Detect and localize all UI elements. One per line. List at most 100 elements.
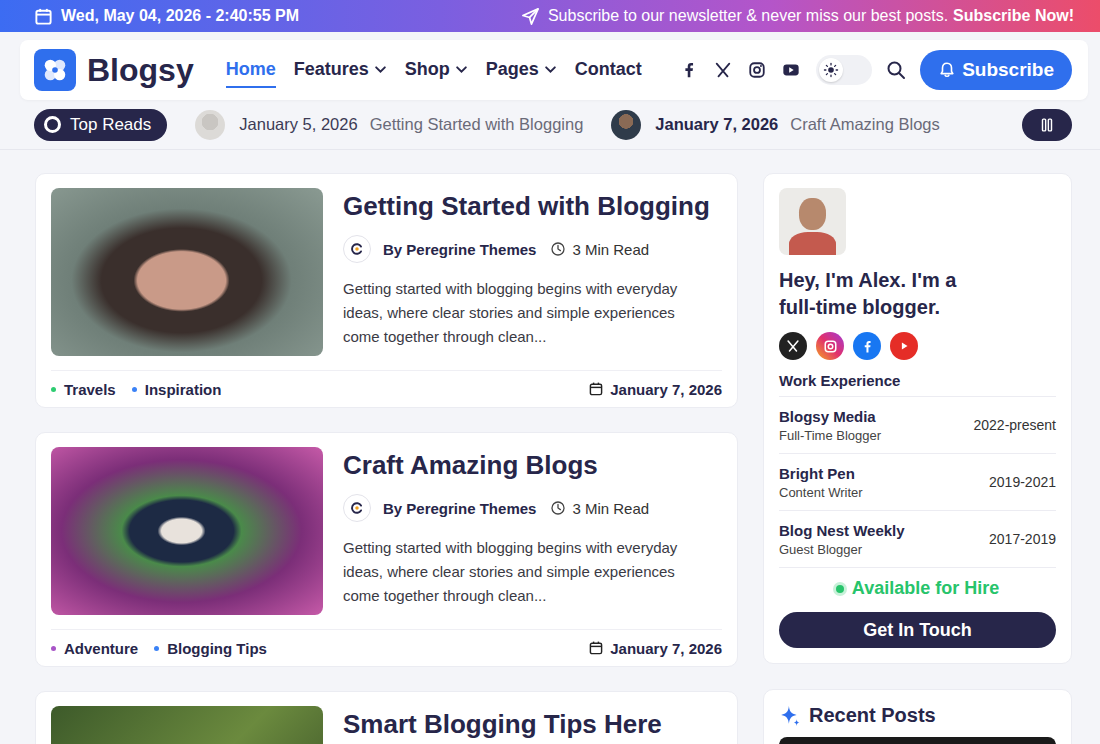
x-logo-icon (714, 61, 732, 79)
tag[interactable]: Travels (51, 381, 116, 398)
facebook-icon (680, 61, 698, 79)
tag[interactable]: Blogging Tips (154, 640, 267, 657)
sidebar: Hey, I'm Alex. I'm a full-time blogger. W… (763, 173, 1072, 744)
logo[interactable]: Blogsy (34, 49, 194, 91)
ticker-date: January 7, 2026 (655, 115, 778, 134)
experience-period: 2017-2019 (989, 531, 1056, 547)
experience-role: Guest Blogger (779, 542, 905, 557)
post-title[interactable]: Getting Started with Blogging (343, 189, 722, 223)
top-bar: Wed, May 04, 2026 - 2:40:55 PM Subscribe … (0, 0, 1100, 32)
tag[interactable]: Adventure (51, 640, 138, 657)
datetime-text: Wed, May 04, 2026 - 2:40:55 PM (61, 7, 299, 25)
newsletter-message: Subscribe to our newsletter & never miss… (548, 7, 948, 25)
clock-icon (550, 500, 566, 516)
profile-avatar (779, 188, 846, 255)
ticker-item[interactable]: January 7, 2026 Craft Amazing Blogs (611, 110, 939, 140)
subscribe-button[interactable]: Subscribe (920, 50, 1072, 90)
post-title[interactable]: Craft Amazing Blogs (343, 448, 722, 482)
pause-icon (1038, 116, 1056, 134)
toggle-knob (819, 58, 843, 82)
post-text: Getting Started with Blogging By Peregrin… (343, 188, 722, 356)
experience-role: Content Writer (779, 485, 863, 500)
calendar-icon (588, 381, 604, 397)
experience-role: Full-Time Blogger (779, 428, 881, 443)
experience-info: Bright PenContent Writer (779, 465, 863, 500)
tag-label: Inspiration (145, 381, 222, 398)
calendar-icon (34, 7, 53, 26)
nav-label: Features (294, 59, 369, 80)
tag[interactable]: Inspiration (132, 381, 222, 398)
get-in-touch-button[interactable]: Get In Touch (779, 612, 1056, 648)
post-card: Smart Blogging Tips Here (35, 691, 738, 744)
availability-text: Available for Hire (852, 578, 999, 599)
post-meta: By Peregrine Themes 3 Min Read (343, 235, 722, 263)
recent-post-thumbnail[interactable] (779, 737, 1056, 744)
x-link[interactable] (779, 332, 807, 360)
content: Getting Started with Blogging By Peregrin… (0, 150, 1100, 744)
ticker-pause-button[interactable] (1022, 109, 1072, 141)
post-footer: Adventure Blogging Tips January 7, 2026 (51, 629, 722, 658)
instagram-icon (748, 61, 766, 79)
post-date-text: January 7, 2026 (610, 381, 722, 398)
facebook-link[interactable] (853, 332, 881, 360)
ticker-title: Craft Amazing Blogs (790, 115, 939, 134)
tag-label: Blogging Tips (167, 640, 267, 657)
profile-card: Hey, I'm Alex. I'm a full-time blogger. W… (763, 173, 1072, 664)
nav-item[interactable]: Home (226, 53, 276, 88)
post-thumbnail[interactable] (51, 447, 323, 615)
post-excerpt: Getting started with blogging begins wit… (343, 277, 703, 349)
post-text: Smart Blogging Tips Here (343, 706, 722, 744)
youtube-link[interactable] (890, 332, 918, 360)
experience-title: Work Experience (779, 372, 1056, 389)
experience-row: Bright PenContent Writer2019-2021 (779, 453, 1056, 510)
post-title[interactable]: Smart Blogging Tips Here (343, 707, 722, 741)
clock-icon (550, 241, 566, 257)
chevron-down-icon (455, 63, 468, 76)
post-thumbnail[interactable] (51, 188, 323, 356)
nav-item[interactable]: Pages (486, 53, 557, 88)
theme-toggle[interactable] (816, 55, 872, 85)
experience-period: 2022-present (973, 417, 1056, 433)
tag-label: Travels (64, 381, 116, 398)
nav-item[interactable]: Features (294, 53, 387, 88)
instagram-link[interactable] (740, 53, 774, 87)
recent-posts-title: Recent Posts (809, 704, 936, 727)
author-logo-icon (343, 494, 371, 522)
nav-label: Shop (405, 59, 450, 80)
nav-item[interactable]: Contact (575, 53, 642, 88)
post-date-text: January 7, 2026 (610, 640, 722, 657)
page: Wed, May 04, 2026 - 2:40:55 PM Subscribe … (0, 0, 1100, 744)
nav-item[interactable]: Shop (405, 53, 468, 88)
chevron-down-icon (374, 63, 387, 76)
author-avatar (611, 110, 641, 140)
search-icon (886, 60, 906, 80)
post-author[interactable]: By Peregrine Themes (383, 500, 536, 517)
profile-greeting: Hey, I'm Alex. I'm a full-time blogger. (779, 267, 989, 321)
subscribe-label: Subscribe (962, 59, 1054, 81)
nav-label: Pages (486, 59, 539, 80)
facebook-link[interactable] (672, 53, 706, 87)
youtube-link[interactable] (774, 53, 808, 87)
ticker-title: Getting Started with Blogging (370, 115, 584, 134)
experience-info: Blog Nest WeeklyGuest Blogger (779, 522, 905, 557)
post-text: Craft Amazing Blogs By Peregrine Themes 3 … (343, 447, 722, 615)
logo-icon (34, 49, 76, 91)
read-time: 3 Min Read (572, 500, 649, 517)
tag-label: Adventure (64, 640, 138, 657)
newsletter-promo: Subscribe to our newsletter & never miss… (521, 7, 1074, 26)
subscribe-now-link[interactable]: Subscribe Now! (953, 7, 1074, 25)
post-thumbnail[interactable] (51, 706, 323, 744)
experience-row: Blogsy MediaFull-Time Blogger2022-presen… (779, 396, 1056, 453)
instagram-link[interactable] (816, 332, 844, 360)
ticker-item[interactable]: January 5, 2026Getting Started with Blog… (195, 110, 583, 140)
search-button[interactable] (876, 53, 916, 87)
header-actions: Subscribe (672, 50, 1072, 90)
tag-dot (51, 646, 56, 651)
read-time: 3 Min Read (572, 241, 649, 258)
nav-label: Contact (575, 59, 642, 80)
post-date: January 7, 2026 (588, 640, 722, 657)
post-author[interactable]: By Peregrine Themes (383, 241, 536, 258)
x-link[interactable] (706, 53, 740, 87)
author-logo-icon (343, 235, 371, 263)
recent-posts-card: Recent Posts (763, 689, 1072, 744)
